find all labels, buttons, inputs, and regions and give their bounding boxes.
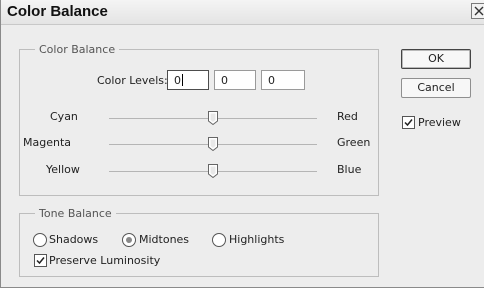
radio-shadows-label[interactable]: Shadows <box>49 233 98 246</box>
color-levels-label: Color Levels: <box>97 74 168 87</box>
radio-selected-dot <box>126 237 132 243</box>
preserve-luminosity-label[interactable]: Preserve Luminosity <box>49 254 160 267</box>
level-yellow-blue-value: 0 <box>268 74 275 87</box>
slider-magenta-label: Magenta <box>23 136 72 149</box>
tone-balance-legend: Tone Balance <box>35 207 116 220</box>
color-balance-legend: Color Balance <box>35 43 120 56</box>
slider-green-label: Green <box>337 136 371 149</box>
checkmark-icon <box>404 119 413 127</box>
slider-magenta-green-thumb[interactable] <box>207 136 219 152</box>
radio-midtones[interactable] <box>122 233 136 247</box>
radio-shadows[interactable] <box>33 233 47 247</box>
color-balance-dialog: Color Balance Color Balance Color Levels… <box>0 0 484 288</box>
radio-midtones-label[interactable]: Midtones <box>139 233 189 246</box>
preview-checkbox[interactable] <box>402 116 415 129</box>
level-cyan-red-value: 0 <box>174 74 181 87</box>
level-magenta-green-input[interactable]: 0 <box>214 70 256 90</box>
dialog-title: Color Balance <box>7 3 108 20</box>
level-yellow-blue-input[interactable]: 0 <box>261 70 305 90</box>
checkmark-icon <box>36 257 45 265</box>
text-caret <box>182 74 183 86</box>
close-button[interactable] <box>471 3 484 19</box>
radio-highlights[interactable] <box>212 233 226 247</box>
cancel-button[interactable]: Cancel <box>401 78 471 98</box>
preview-label[interactable]: Preview <box>418 116 461 129</box>
slider-yellow-label: Yellow <box>46 163 80 176</box>
level-magenta-green-value: 0 <box>221 74 228 87</box>
title-bar: Color Balance <box>1 0 484 25</box>
ok-button[interactable]: OK <box>401 49 471 69</box>
slider-red-label: Red <box>337 110 358 123</box>
slider-cyan-red-thumb[interactable] <box>207 110 219 126</box>
slider-yellow-blue-thumb[interactable] <box>207 163 219 179</box>
level-cyan-red-input[interactable]: 0 <box>167 70 209 90</box>
preserve-luminosity-checkbox[interactable] <box>34 254 47 267</box>
slider-cyan-label: Cyan <box>50 110 78 123</box>
slider-blue-label: Blue <box>337 163 362 176</box>
radio-highlights-label[interactable]: Highlights <box>229 233 284 246</box>
close-icon <box>474 6 484 16</box>
